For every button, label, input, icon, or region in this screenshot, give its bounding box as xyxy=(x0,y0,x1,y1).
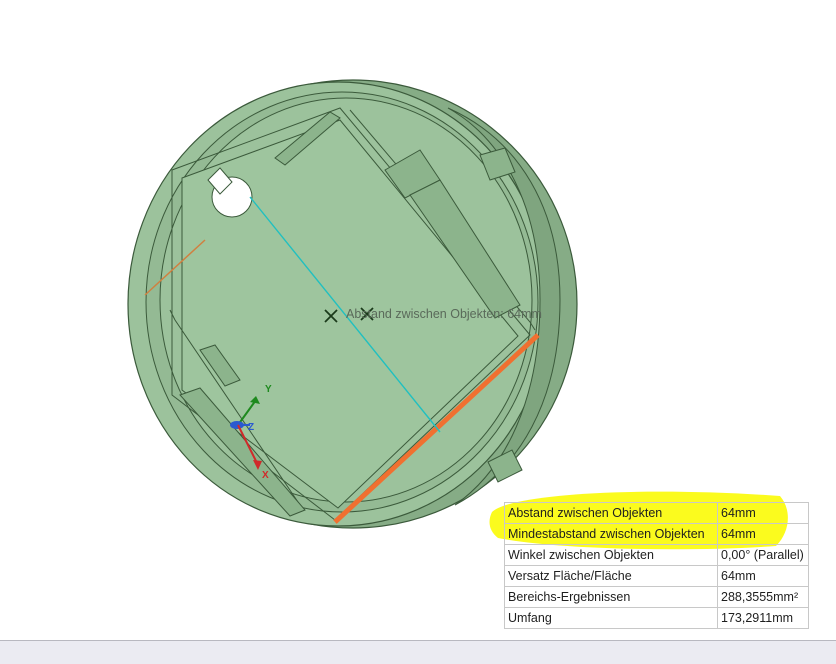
result-label: Umfang xyxy=(504,607,718,629)
result-value: 64mm xyxy=(717,523,809,545)
part-model[interactable] xyxy=(127,79,578,529)
result-label: Mindestabstand zwischen Objekten xyxy=(504,523,718,545)
table-row: Bereichs-Ergebnissen 288,3555mm² xyxy=(504,586,809,608)
result-value: 288,3555mm² xyxy=(717,586,809,608)
table-row: Winkel zwischen Objekten 0,00° (Parallel… xyxy=(504,544,809,566)
z-axis-label: Z xyxy=(248,422,254,433)
result-label: Versatz Fläche/Fläche xyxy=(504,565,718,587)
table-row: Umfang 173,2911mm xyxy=(504,607,809,629)
result-label: Winkel zwischen Objekten xyxy=(504,544,718,566)
result-label: Bereichs-Ergebnissen xyxy=(504,586,718,608)
dimension-label: Abstand zwischen Objekten: 64mm xyxy=(346,307,542,321)
result-value: 64mm xyxy=(717,502,809,524)
result-value: 0,00° (Parallel) xyxy=(717,544,809,566)
result-value: 64mm xyxy=(717,565,809,587)
result-label: Abstand zwischen Objekten xyxy=(504,502,718,524)
table-row: Mindestabstand zwischen Objekten 64mm xyxy=(504,523,809,545)
result-value: 173,2911mm xyxy=(717,607,809,629)
measure-results-table: Abstand zwischen Objekten 64mm Mindestab… xyxy=(504,502,809,629)
table-row: Abstand zwischen Objekten 64mm xyxy=(504,502,809,524)
table-row: Versatz Fläche/Fläche 64mm xyxy=(504,565,809,587)
x-axis-label: X xyxy=(262,470,269,481)
y-axis-label: Y xyxy=(265,384,272,395)
status-bar xyxy=(0,640,836,664)
